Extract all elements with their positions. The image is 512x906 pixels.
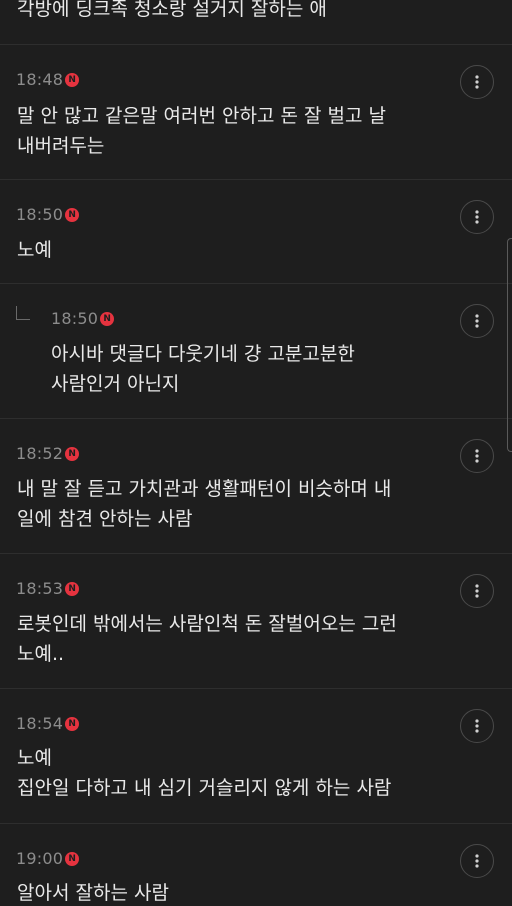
comment-text-line: 아시바 댓글다 다웃기네 걍 고분고분한 [51, 343, 355, 365]
comment-time: 19:00 [16, 848, 64, 868]
more-vertical-icon [475, 854, 479, 868]
comment-item: 18:48 N 말 안 많고 같은말 여러번 안하고 돈 잘 벌고 날 내버려두… [0, 45, 512, 180]
more-options-button[interactable] [460, 844, 494, 878]
new-badge-icon: N [65, 72, 80, 87]
comment-item: 18:52 N 내 말 잘 듣고 가치관과 생활패턴이 비슷하며 내 일에 참견… [0, 419, 512, 554]
comment-text-line: 일에 참견 안하는 사람 [17, 508, 193, 530]
comment-text-line: 내 말 잘 듣고 가치관과 생활패턴이 비슷하며 내 [17, 478, 392, 500]
comment-text-line: 로봇인데 밖에서는 사람인척 돈 잘벌어오는 그런 [17, 613, 397, 635]
more-options-button[interactable] [460, 574, 494, 608]
comment-meta: 18:52 N [16, 441, 80, 465]
comment-item: 18:53 N 로봇인데 밖에서는 사람인척 돈 잘벌어오는 그런 노예.. [0, 554, 512, 689]
more-options-button[interactable] [460, 65, 494, 99]
comment-item: 18:50 N 노예 [0, 180, 512, 284]
comment-text-line: 노예 [17, 747, 52, 769]
comment-meta: 18:50 N [51, 306, 115, 330]
comment-text-line: 노예 [17, 239, 52, 261]
comment-text-line: 내버려두는 [17, 135, 105, 157]
comment-text-line: 사람인거 아닌지 [51, 373, 180, 395]
more-options-button[interactable] [460, 439, 494, 473]
comment-text-line: 알아서 잘하는 사람 [17, 882, 169, 904]
comment-text: 노예 집안일 다하고 내 심기 거슬리지 않게 하는 사람 [17, 743, 391, 803]
more-options-button[interactable] [460, 304, 494, 338]
more-vertical-icon [475, 314, 479, 328]
comment-time: 18:50 [51, 308, 99, 328]
new-badge-icon: N [100, 311, 115, 326]
comment-time: 18:52 [16, 443, 64, 463]
comment-text: 각방에 딩크족 청소랑 설거지 잘하는 애 [17, 0, 327, 20]
more-options-button[interactable] [460, 200, 494, 234]
new-badge-icon: N [65, 716, 80, 731]
comment-item: 18:54 N 노예 집안일 다하고 내 심기 거슬리지 않게 하는 사람 [0, 689, 512, 824]
more-vertical-icon [475, 584, 479, 598]
comment-meta: 18:53 N [16, 576, 80, 600]
comment-time: 18:53 [16, 578, 64, 598]
reply-arrow-icon [16, 306, 30, 320]
more-options-button[interactable] [460, 709, 494, 743]
comment-text-line: 노예.. [17, 643, 65, 665]
new-badge-icon: N [65, 207, 80, 222]
comment-text-line: 집안일 다하고 내 심기 거슬리지 않게 하는 사람 [17, 777, 392, 799]
scrollbar-thumb[interactable] [507, 238, 512, 452]
more-vertical-icon [475, 719, 479, 733]
comment-text: 노예 [17, 235, 52, 265]
comment-text: 아시바 댓글다 다웃기네 걍 고분고분한 사람인거 아닌지 [51, 339, 355, 399]
more-vertical-icon [475, 210, 479, 224]
comment-meta: 18:54 N [16, 711, 80, 735]
comment-time: 18:54 [16, 713, 64, 733]
comment-text: 로봇인데 밖에서는 사람인척 돈 잘벌어오는 그런 노예.. [17, 609, 397, 669]
comment-meta: 19:00 N [16, 846, 80, 870]
comment-meta: 18:48 N [16, 67, 80, 91]
comment-item: 19:00 N 알아서 잘하는 사람 [0, 824, 512, 906]
comment-text: 말 안 많고 같은말 여러번 안하고 돈 잘 벌고 날 내버려두는 [17, 101, 386, 161]
comment-screen: 각방에 딩크족 청소랑 설거지 잘하는 애 18:48 N 말 안 많고 같은말… [0, 0, 512, 906]
new-badge-icon: N [65, 581, 80, 596]
comment-text: 내 말 잘 듣고 가치관과 생활패턴이 비슷하며 내 일에 참견 안하는 사람 [17, 474, 391, 534]
comment-text: 알아서 잘하는 사람 [17, 878, 169, 906]
comment-time: 18:48 [16, 69, 64, 89]
more-vertical-icon [475, 75, 479, 89]
comment-time: 18:50 [16, 204, 64, 224]
new-badge-icon: N [65, 851, 80, 866]
reply-item: 18:50 N 아시바 댓글다 다웃기네 걍 고분고분한 사람인거 아닌지 [0, 284, 512, 419]
comment-item-partial: 각방에 딩크족 청소랑 설거지 잘하는 애 [0, 0, 512, 45]
comment-text-line: 말 안 많고 같은말 여러번 안하고 돈 잘 벌고 날 [17, 105, 386, 127]
more-vertical-icon [475, 449, 479, 463]
comment-meta: 18:50 N [16, 202, 80, 226]
new-badge-icon: N [65, 446, 80, 461]
